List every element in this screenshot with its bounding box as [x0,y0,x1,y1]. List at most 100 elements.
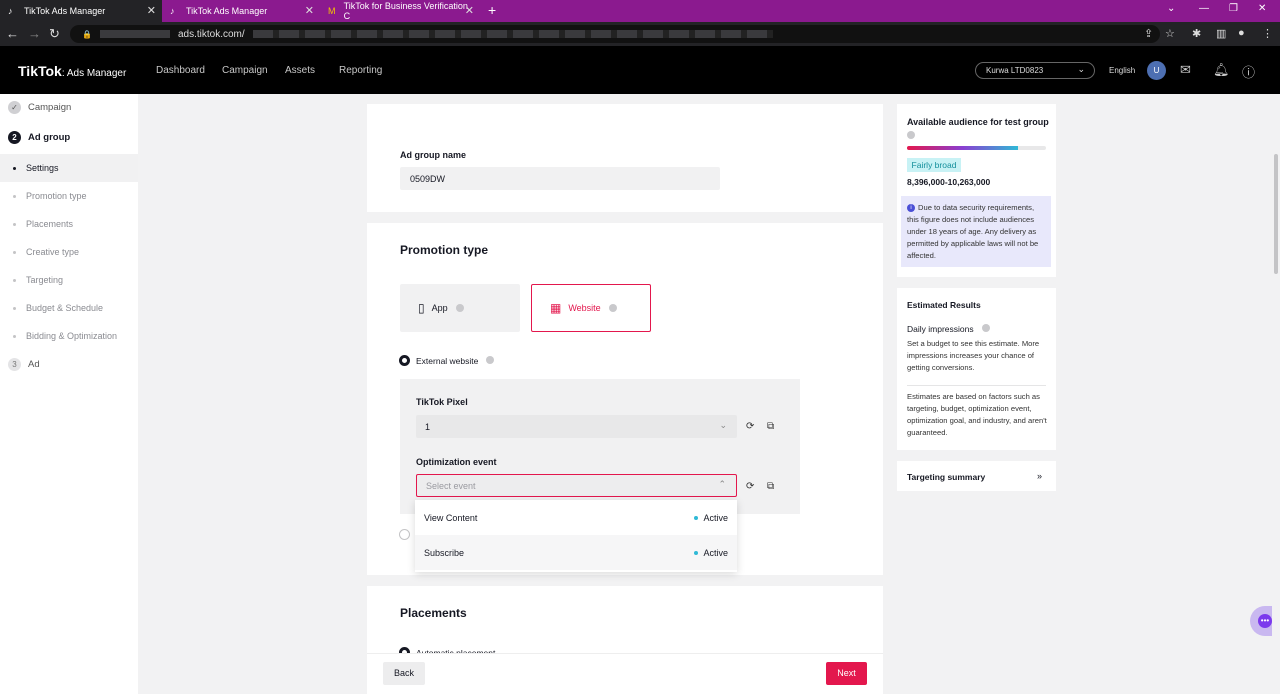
chevron-double-down-icon[interactable]: » [1037,471,1042,481]
help-icon[interactable] [455,304,464,312]
ad-group-name-input[interactable]: 0509DW [400,167,720,190]
help-icon[interactable] [982,324,990,332]
event-option-subscribe[interactable]: Subscribe Active [415,535,737,570]
estimates-disclaimer: Estimates are based on factors such as t… [907,392,1047,437]
close-window-icon[interactable]: ✕ [1258,3,1266,14]
browser-tab-1[interactable]: ♪ TikTok Ads Manager ✕ [0,0,162,22]
nav-campaign[interactable]: Campaign [222,65,268,76]
new-tab-icon[interactable]: + [488,2,496,18]
sidebar-item-budget-schedule[interactable]: Budget & Schedule [0,294,138,322]
share-icon[interactable]: ⇪ [1144,27,1153,40]
status-badge: Active [694,513,728,523]
optimization-event-select[interactable]: Select event ⌃ [416,474,737,497]
sidebar-item-label: Targeting [26,275,64,285]
audience-title: Available audience for test group [907,117,1049,127]
sidebar-item-placements[interactable]: Placements [0,210,138,238]
browser-tab-3[interactable]: M TikTok for Business Verification C ✕ [320,0,480,22]
refresh-icon[interactable]: ⟳ [746,481,754,492]
tab-title: TikTok for Business Verification C [343,1,468,21]
tiktok-ads-logo[interactable]: TikTok: Ads Manager [18,63,126,79]
help-icon[interactable] [907,131,915,139]
help-icon[interactable]: ⓘ [1242,62,1255,81]
bullet-icon [13,167,16,170]
close-tab-icon[interactable]: ✕ [147,4,156,17]
sidebar-item-label: Creative type [26,247,80,257]
bullet-icon [13,307,16,310]
promotion-option-app[interactable]: ▯ App [400,284,520,332]
optimization-event-dropdown: View Content Active Subscribe Active [415,500,737,572]
sidebar-item-creative-type[interactable]: Creative type [0,238,138,266]
mail-icon[interactable]: ✉ [1180,62,1191,78]
audience-meter-fill [907,146,1019,150]
back-button[interactable]: Back [383,662,425,685]
step-ad[interactable]: 3 Ad [8,358,40,371]
scrollbar-thumb[interactable] [1274,154,1278,274]
logo-sub-text: : Ads Manager [61,68,127,79]
targeting-summary-title: Targeting summary [907,472,986,482]
account-selector[interactable]: Kurwa LTD0823 ⌄ [975,62,1095,79]
nav-reporting[interactable]: Reporting [339,65,382,76]
event-placeholder: Select event [426,480,476,491]
checkmark-icon: ✓ [8,101,21,114]
daily-impressions-text: Set a budget to see this estimate. More … [907,339,1040,372]
tiktok-favicon-icon: ♪ [8,6,13,16]
sidebar-item-targeting[interactable]: Targeting [0,266,138,294]
app-header: TikTok: Ads Manager Dashboard Campaign A… [0,46,1280,94]
browser-tab-2[interactable]: ♪ TikTok Ads Manager ✕ [162,0,320,22]
gmail-favicon-icon: M [328,6,336,16]
sidebar-item-promotion-type[interactable]: Promotion type [0,182,138,210]
menu-kebab-icon[interactable]: ⋮ [1262,27,1273,40]
step-number: 2 [8,131,21,144]
bullet-icon [13,279,16,282]
chat-icon: ••• [1258,614,1272,628]
next-button[interactable]: Next [826,662,867,685]
minimize-icon[interactable]: — [1199,3,1209,14]
profile-icon[interactable]: ● [1238,27,1245,39]
step-campaign[interactable]: ✓ Campaign [8,101,71,114]
step-label: Campaign [28,102,72,113]
sidebar-item-label: Promotion type [26,191,87,201]
close-tab-icon[interactable]: ✕ [305,4,314,17]
step-ad-group[interactable]: 2 Ad group [8,131,70,144]
status-dot-icon [694,551,699,556]
restore-icon[interactable]: ❐ [1229,3,1238,14]
notification-bell-icon[interactable]: 🔔︎ [1213,62,1230,78]
help-icon[interactable] [486,356,494,364]
tab-search-icon[interactable]: ⌄ [1167,3,1175,14]
option-label: Website [568,303,601,313]
sidebar-item-bidding-optimization[interactable]: Bidding & Optimization [0,322,138,350]
event-option-view-content[interactable]: View Content Active [415,500,737,535]
address-bar[interactable]: 🔒 ads.tiktok.com/ [70,25,1160,43]
daily-impressions-label: Daily impressions [907,324,974,334]
open-external-icon[interactable]: ⧉ [767,481,774,492]
status-badge: Active [694,548,728,558]
event-name: View Content [424,512,478,523]
info-icon: i [907,204,915,212]
reload-icon[interactable]: ↻ [49,26,60,42]
back-arrow-icon[interactable]: ← [6,26,19,41]
close-tab-icon[interactable]: ✕ [465,4,474,17]
notice-text: Due to data security requirements, this … [907,203,1039,260]
footer-bar [367,653,883,694]
url-text: ads.tiktok.com/ [177,28,245,40]
forward-arrow-icon[interactable]: → [28,26,41,41]
bookmark-star-icon[interactable]: ☆ [1165,27,1175,40]
promotion-option-website[interactable]: ▦ Website [531,284,651,332]
extension-icon[interactable]: ✱ [1192,27,1201,40]
other-option-radio[interactable] [399,529,410,540]
refresh-icon[interactable]: ⟳ [746,421,754,432]
nav-dashboard[interactable]: Dashboard [156,65,205,76]
external-website-radio[interactable] [399,355,410,366]
lock-icon: 🔒 [82,29,92,39]
sidebar-item-settings[interactable]: Settings [0,154,138,182]
page-scrollbar[interactable] [1272,94,1280,694]
open-external-icon[interactable]: ⧉ [767,421,774,432]
avatar[interactable]: U [1147,61,1166,80]
browser-toolbar: ← → ↻ 🔒 ads.tiktok.com/ [0,22,1280,46]
side-panel-icon[interactable]: ▥ [1216,27,1226,40]
tiktok-pixel-select[interactable]: 1 ⌄ [416,415,737,438]
help-icon[interactable] [608,304,617,312]
redacted-url-part [252,30,773,38]
nav-assets[interactable]: Assets [285,65,315,76]
language-selector[interactable]: English [1109,66,1135,75]
